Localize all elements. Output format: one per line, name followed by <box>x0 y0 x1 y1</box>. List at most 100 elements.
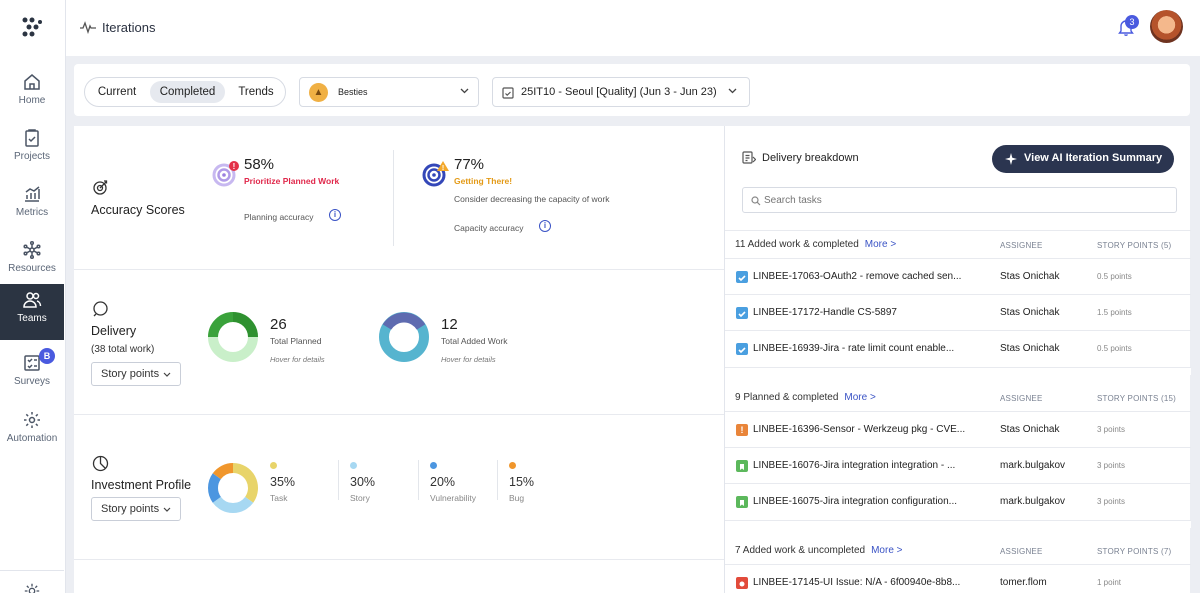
task-row[interactable]: LINBEE-17063-OAuth2 - remove cached sen.… <box>725 258 1191 294</box>
task-assignee: Stas Onichak <box>1000 271 1060 282</box>
more-link[interactable]: More > <box>871 545 902 556</box>
investment-pct-bug: 15% <box>509 475 535 489</box>
story-points-column-header: STORY POINTS (7) <box>1097 547 1172 556</box>
task-points: 3 points <box>1097 497 1126 506</box>
nav-label: Teams <box>17 313 47 324</box>
nav-item-automation[interactable]: Automation <box>0 404 64 460</box>
settings-icon[interactable] <box>23 582 41 593</box>
ai-summary-button[interactable]: View AI Iteration Summary <box>992 145 1174 173</box>
group-title: 9 Planned & completed <box>735 392 839 403</box>
nav-item-projects[interactable]: Projects <box>0 122 64 178</box>
avatar[interactable] <box>1150 10 1183 43</box>
donut-slice-bug[interactable] <box>212 463 234 480</box>
gear-icon <box>24 412 40 428</box>
home-icon <box>24 74 40 90</box>
team-select[interactable]: ▲ Besties <box>299 77 479 107</box>
group-spacer <box>725 520 1191 528</box>
investment-title: Investment Profile <box>91 478 192 492</box>
planned-hover-hint: Hover for details <box>270 355 325 364</box>
chevron-down-icon <box>460 88 469 94</box>
nav-label: Metrics <box>15 207 49 218</box>
added-donut-chart[interactable] <box>378 311 430 363</box>
list-icon <box>742 151 756 164</box>
iteration-view-tabs: Current Completed Trends <box>84 77 286 107</box>
task-row[interactable]: LINBEE-17145-UI Issue: N/A - 6f00940e-8b… <box>725 564 1191 593</box>
total-planned-value: 26 <box>270 316 287 333</box>
planning-accuracy-value: 58% <box>244 156 275 173</box>
nav-item-home[interactable]: Home <box>0 66 64 122</box>
capacity-note: Consider decreasing the capacity of work <box>454 194 610 204</box>
sidebar: Home Projects Metrics Resources Teams Su… <box>0 0 66 593</box>
donut-slice-story[interactable] <box>212 496 254 513</box>
group-title: 7 Added work & uncompleted <box>735 545 866 556</box>
pie-chart-icon <box>92 455 109 472</box>
calendar-check-icon <box>502 87 514 99</box>
page-title: Iterations <box>102 20 156 35</box>
investment-label-story: Story <box>350 493 370 503</box>
app-logo-icon[interactable] <box>20 16 44 38</box>
search-input[interactable] <box>764 192 1164 208</box>
delivery-subtitle: (38 total work) <box>91 344 155 355</box>
task-assignee: tomer.flom <box>1000 577 1047 588</box>
legend-dot-vulnerability <box>430 462 437 469</box>
legend-dot-task <box>270 462 277 469</box>
investment-label-task: Task <box>270 493 288 503</box>
clipboard-icon <box>25 129 39 147</box>
task-assignee: mark.bulgakov <box>1000 496 1066 507</box>
search-field[interactable] <box>742 187 1177 213</box>
investment-pct-task: 35% <box>270 475 296 489</box>
capacity-accuracy-value: 77% <box>454 156 485 173</box>
accuracy-title: Accuracy Scores <box>91 203 185 217</box>
tab-completed[interactable]: Completed <box>150 81 225 103</box>
assignee-column-header: ASSIGNEE <box>1000 547 1043 556</box>
chevron-down-icon <box>163 507 171 512</box>
group-header: 7 Added work & uncompleted More > <box>735 545 903 556</box>
planning-info-icon[interactable]: i <box>329 209 341 221</box>
nav-item-metrics[interactable]: Metrics <box>0 178 64 234</box>
donut-slice-task[interactable] <box>232 463 258 503</box>
more-link[interactable]: More > <box>865 239 896 250</box>
checkbox-icon <box>736 271 748 283</box>
chat-bubble-icon <box>93 301 108 317</box>
investment-pct-story: 30% <box>350 475 376 489</box>
nav-item-surveys[interactable]: Surveys B <box>0 347 64 403</box>
total-planned-label: Total Planned <box>270 336 322 346</box>
task-points: 0.5 points <box>1097 344 1132 353</box>
task-assignee: Stas Onichak <box>1000 343 1060 354</box>
task-points: 1.5 points <box>1097 308 1132 317</box>
delivery-unit-dropdown[interactable]: Story points <box>91 362 181 386</box>
assignee-column-header: ASSIGNEE <box>1000 394 1043 403</box>
investment-unit-dropdown[interactable]: Story points <box>91 497 181 521</box>
legend-dot-bug <box>509 462 516 469</box>
iteration-select[interactable]: 25IT10 - Seoul [Quality] (Jun 3 - Jun 23… <box>492 77 750 107</box>
task-name: LINBEE-16075-Jira integration configurat… <box>753 496 958 507</box>
task-row[interactable]: LINBEE-16076-Jira integration integratio… <box>725 447 1191 483</box>
team-icon <box>23 292 42 308</box>
nav-item-resources[interactable]: Resources <box>0 234 64 290</box>
task-row[interactable]: LINBEE-16075-Jira integration configurat… <box>725 483 1191 519</box>
planned-donut-chart[interactable] <box>207 311 259 363</box>
svg-text:!: ! <box>233 162 236 171</box>
group-title: 11 Added work & completed <box>735 239 859 250</box>
search-icon <box>751 196 761 206</box>
tab-current[interactable]: Current <box>89 81 145 103</box>
legend-dot-story <box>350 462 357 469</box>
donut-slice-vulnerability[interactable] <box>208 473 222 503</box>
breakdown-title: Delivery breakdown <box>762 152 859 164</box>
team-select-value: Besties <box>338 87 368 97</box>
story-points-column-header: STORY POINTS (15) <box>1097 394 1176 403</box>
nav-label: Surveys <box>13 376 51 387</box>
nav-item-teams[interactable]: Teams <box>0 284 64 340</box>
task-row[interactable]: LINBEE-17172-Handle CS-5897 Stas Onichak… <box>725 294 1191 330</box>
task-name: LINBEE-17063-OAuth2 - remove cached sen.… <box>753 271 962 282</box>
divider <box>393 150 394 246</box>
investment-donut-chart[interactable] <box>207 462 259 514</box>
task-row[interactable]: ! LINBEE-16396-Sensor - Werkzeug pkg - C… <box>725 411 1191 447</box>
task-row[interactable]: LINBEE-16939-Jira - rate limit count ena… <box>725 330 1191 366</box>
tab-trends[interactable]: Trends <box>229 81 283 103</box>
total-added-label: Total Added Work <box>441 336 508 346</box>
bug-icon <box>736 577 748 589</box>
more-link[interactable]: More > <box>844 392 875 403</box>
planning-accuracy-label: Planning accuracy <box>244 212 314 222</box>
capacity-info-icon[interactable]: i <box>539 220 551 232</box>
